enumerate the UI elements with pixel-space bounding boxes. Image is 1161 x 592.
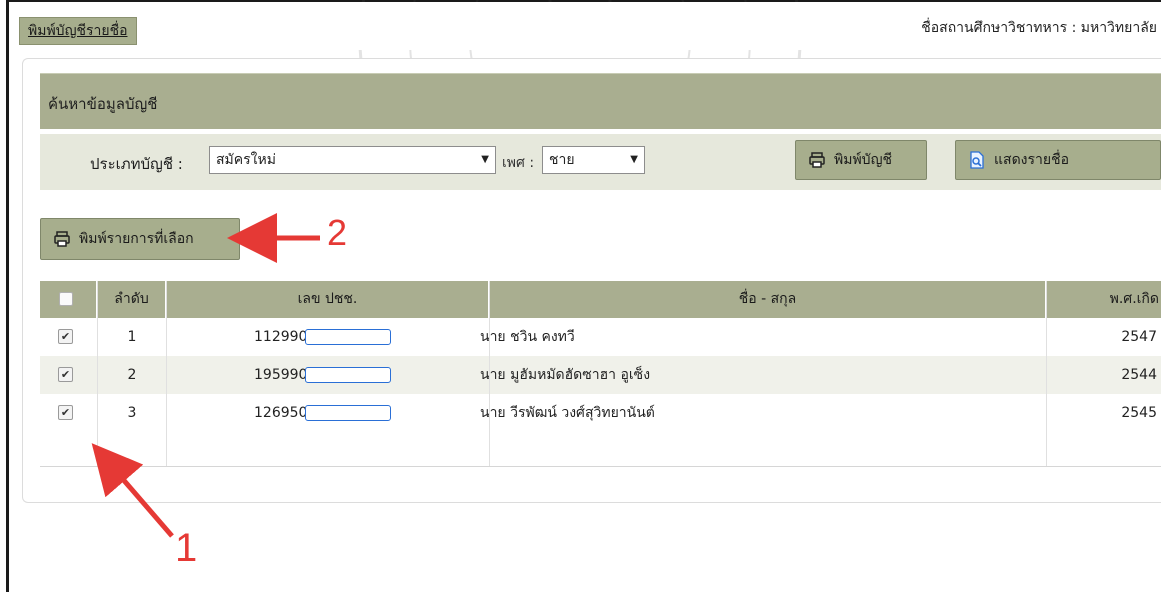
- row-id-prefix: 112990: [254, 329, 308, 345]
- gender-value: ชาย: [549, 152, 575, 168]
- app-window: พิมพ์บัญชีรายชื่อ ชื่อสถานศึกษาวิชาทหาร …: [0, 0, 1161, 592]
- row-seq: 1: [127, 329, 137, 345]
- annotation-step-1: 1: [175, 526, 198, 570]
- page-tab[interactable]: พิมพ์บัญชีรายชื่อ: [19, 17, 137, 45]
- gender-select[interactable]: ชาย ▼: [542, 146, 645, 174]
- row-checkbox[interactable]: ✔: [58, 329, 73, 344]
- column-divider: [489, 281, 490, 466]
- window-left-border: [6, 0, 9, 592]
- row-id-prefix: 126950: [254, 405, 308, 421]
- table-row[interactable]: ✔ 3 126950 นาย วีรพัฒน์ วงศ์สุวิทยานันต์…: [40, 394, 1161, 432]
- annotation-step-2: 2: [327, 212, 348, 253]
- table-row[interactable]: ✔ 2 195990 นาย มูฮัมหมัดฮัดซาฮา อูเซ็ง 2…: [40, 356, 1161, 394]
- column-header-seq[interactable]: ลำดับ: [98, 281, 166, 318]
- select-all-cell: [40, 281, 97, 318]
- column-header-id[interactable]: เลข ปชช.: [167, 281, 489, 318]
- account-type-value: สมัครใหม่: [216, 152, 276, 168]
- row-seq: 3: [127, 405, 137, 421]
- table-header: ลำดับ เลข ปชช. ชื่อ - สกุล พ.ศ.เกิด: [40, 281, 1161, 318]
- row-id: 195990: [254, 356, 392, 394]
- search-title: ค้นหาข้อมูลบัญชี: [48, 95, 158, 113]
- account-type-label: ประเภทบัญชี :: [90, 155, 183, 173]
- printer-icon: [809, 152, 825, 168]
- column-divider: [97, 281, 98, 466]
- table-bottom-border: [40, 466, 1161, 467]
- page-tab-label: พิมพ์บัญชีรายชื่อ: [28, 23, 128, 39]
- show-list-button[interactable]: แสดงรายชื่อ: [955, 140, 1161, 180]
- row-id-prefix: 195990: [254, 367, 308, 383]
- row-name: นาย วีรพัฒน์ วงศ์สุวิทยานันต์: [480, 405, 655, 421]
- row-name: นาย มูฮัมหมัดฮัดซาฮา อูเซ็ง: [480, 367, 651, 383]
- select-all-checkbox[interactable]: [59, 292, 73, 306]
- search-header: ค้นหาข้อมูลบัญชี: [40, 73, 1161, 129]
- account-type-select[interactable]: สมัครใหม่ ▼: [209, 146, 496, 174]
- column-divider: [166, 281, 167, 466]
- row-id: 112990: [254, 318, 392, 356]
- print-selected-button[interactable]: พิมพ์รายการที่เลือก: [40, 218, 240, 260]
- print-account-button[interactable]: พิมพ์บัญชี: [795, 140, 927, 180]
- preview-icon: [970, 151, 984, 169]
- row-seq: 2: [127, 367, 137, 383]
- table-row[interactable]: ✔ 1 112990 นาย ชวิน คงทวี 2547: [40, 318, 1161, 356]
- show-list-label: แสดงรายชื่อ: [994, 152, 1069, 168]
- institution-info: ชื่อสถานศึกษาวิชาทหาร : มหาวิทยาลัย: [921, 20, 1157, 36]
- redaction-box: [305, 405, 392, 421]
- chevron-down-icon: ▼: [630, 154, 638, 165]
- print-account-label: พิมพ์บัญชี: [834, 152, 893, 168]
- row-checkbox[interactable]: ✔: [58, 405, 73, 420]
- column-header-name[interactable]: ชื่อ - สกุล: [490, 281, 1046, 318]
- row-year: 2544: [1121, 367, 1157, 383]
- column-header-year[interactable]: พ.ศ.เกิด: [1047, 281, 1161, 318]
- redaction-box: [305, 367, 392, 383]
- row-id: 126950: [254, 394, 392, 432]
- page-header: พิมพ์บัญชีรายชื่อ ชื่อสถานศึกษาวิชาทหาร …: [9, 2, 1161, 50]
- gender-label: เพศ :: [502, 155, 535, 171]
- row-checkbox[interactable]: ✔: [58, 367, 73, 382]
- chevron-down-icon: ▼: [481, 154, 489, 165]
- row-name: นาย ชวิน คงทวี: [480, 329, 575, 345]
- print-selected-label: พิมพ์รายการที่เลือก: [79, 231, 194, 247]
- redaction-box: [305, 329, 392, 345]
- row-year: 2545: [1121, 405, 1157, 421]
- printer-icon: [54, 231, 70, 247]
- row-year: 2547: [1121, 329, 1157, 345]
- column-divider: [1046, 281, 1047, 466]
